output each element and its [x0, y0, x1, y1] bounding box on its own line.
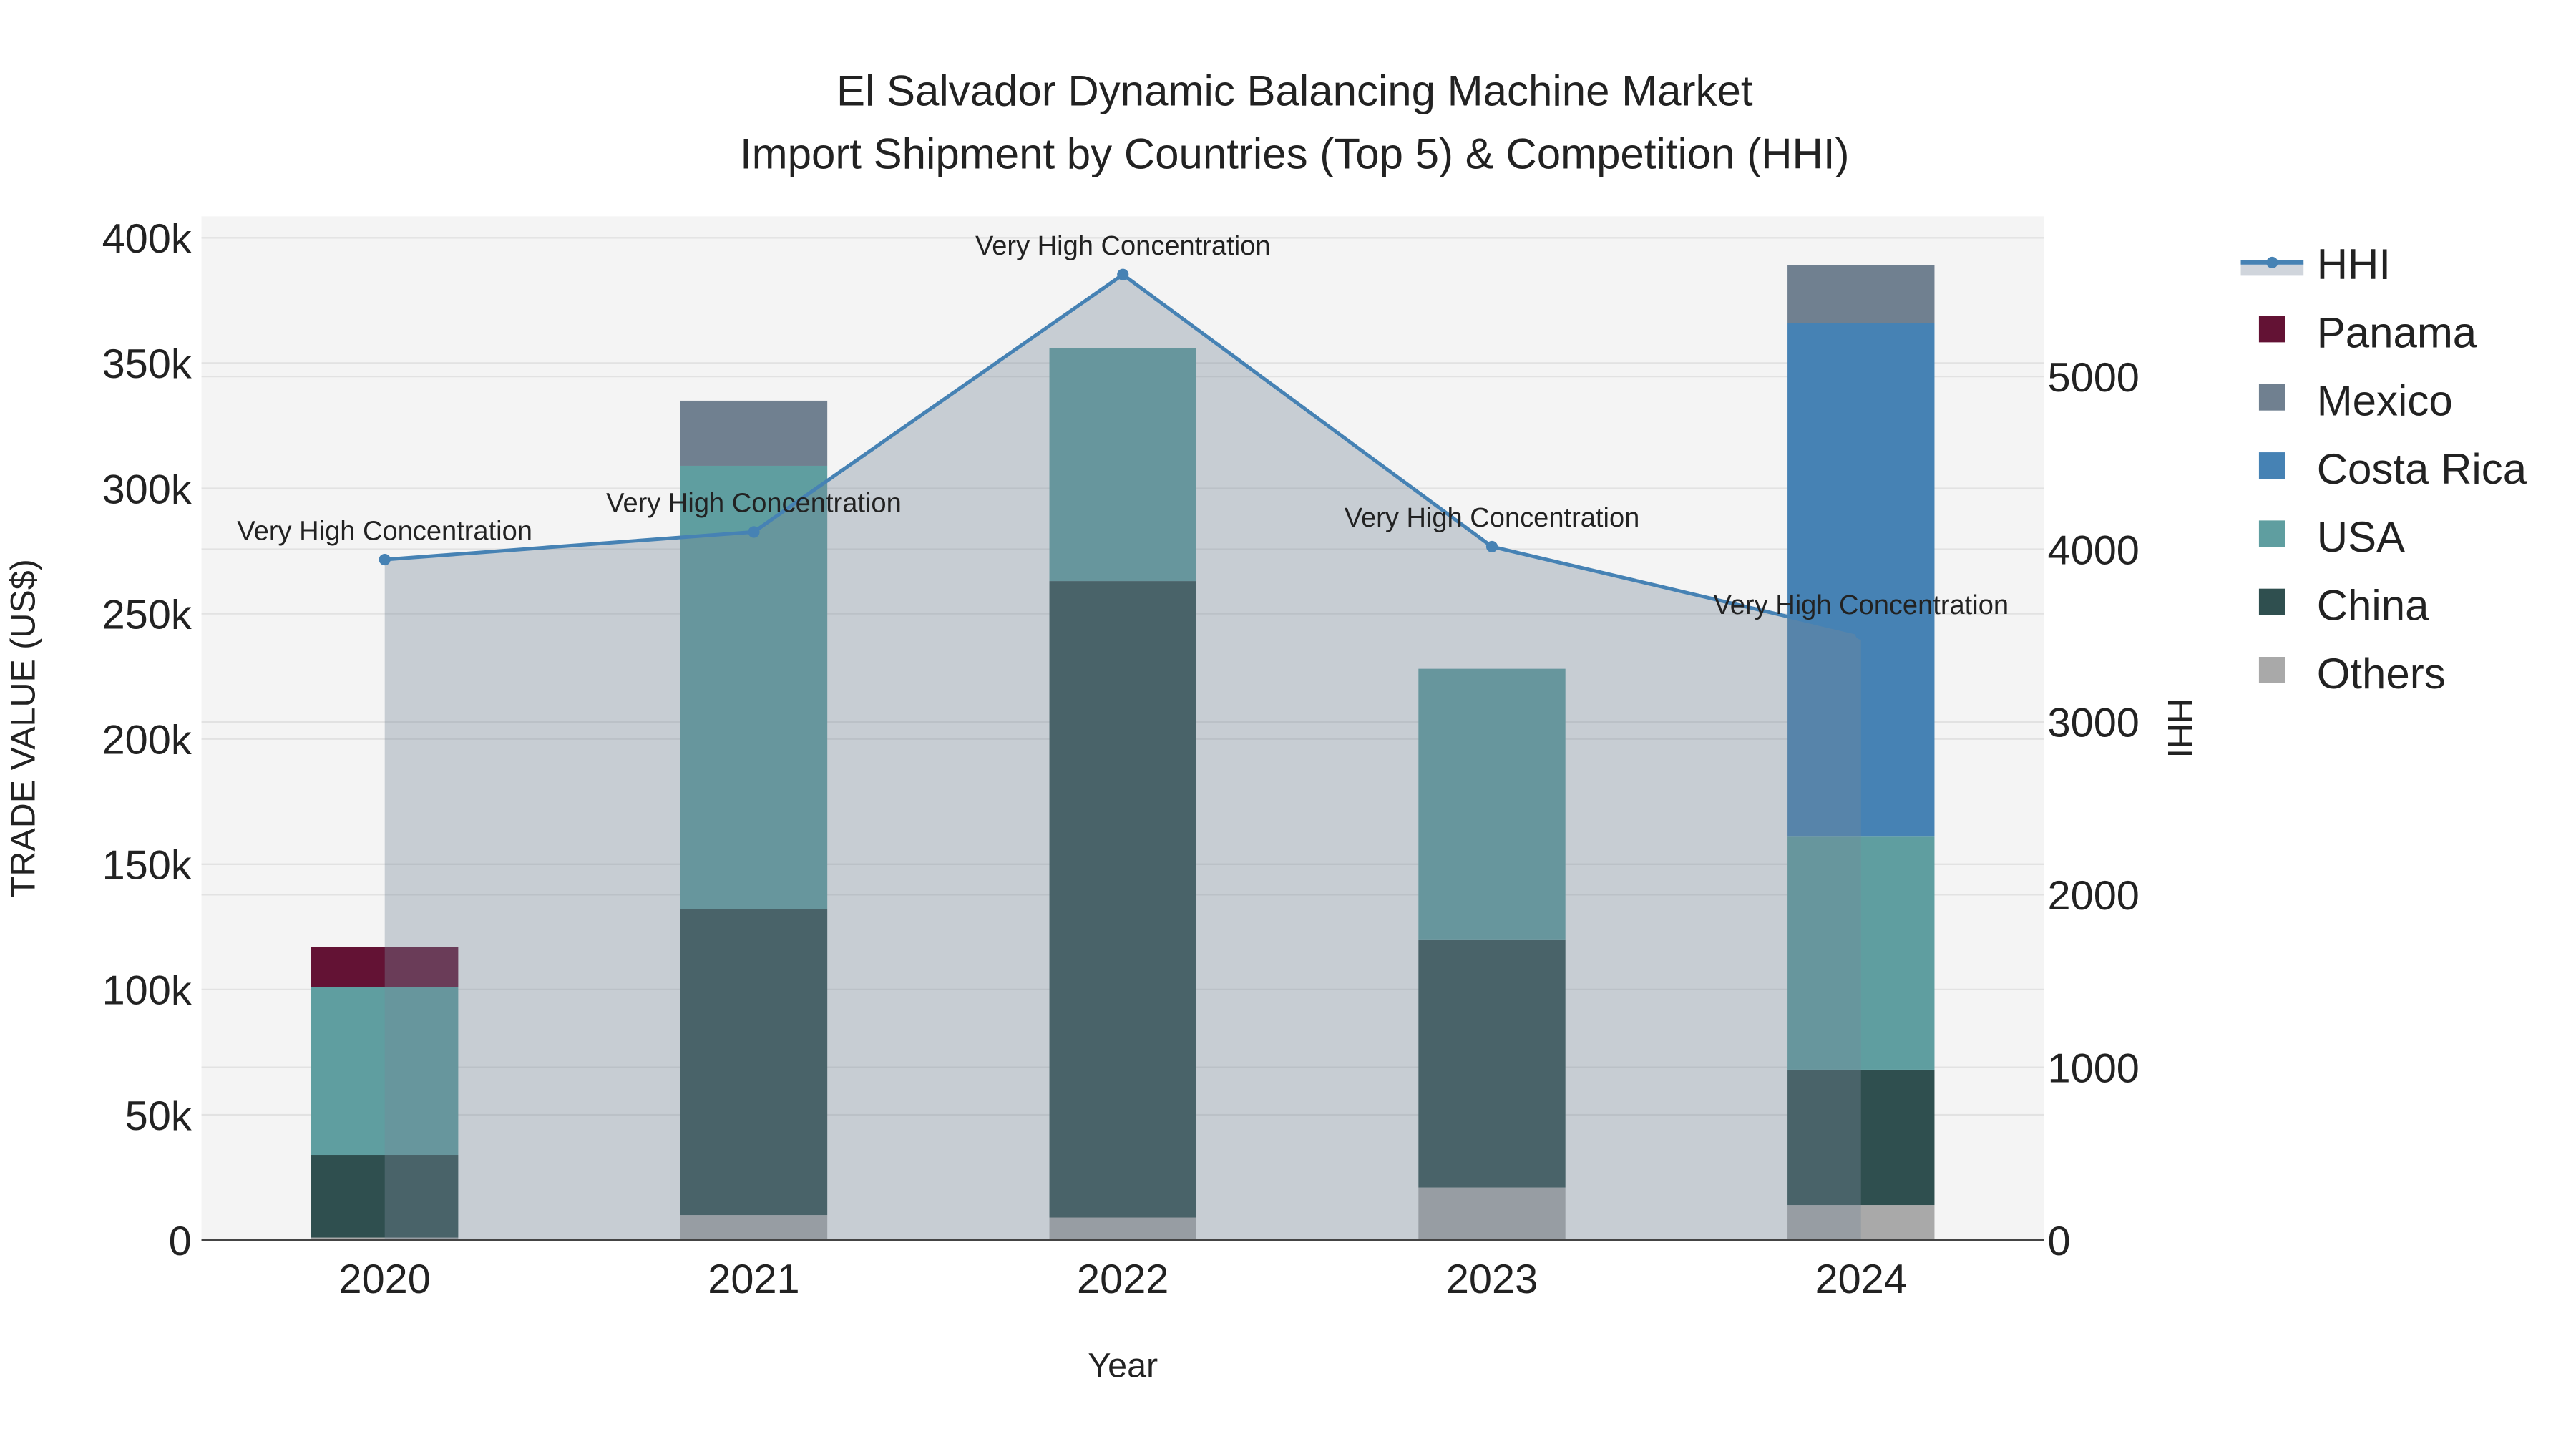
- y-axis-title: TRADE VALUE (US$): [4, 559, 42, 897]
- x-tick-label: 2022: [1077, 1257, 1169, 1302]
- y2-axis-ticks: 0 1000 2000 3000 4000 5000: [2048, 355, 2140, 1264]
- x-axis-title: Year: [1088, 1347, 1158, 1385]
- y-tick-label: 350k: [102, 341, 192, 387]
- y-tick-label: 400k: [102, 216, 192, 262]
- y-tick-label: 200k: [102, 717, 192, 763]
- hhi-annotation: Very High Concentration: [1713, 590, 2009, 620]
- hhi-annotation: Very High Concentration: [1345, 503, 1640, 533]
- hhi-point-2024: [1855, 628, 1867, 640]
- y-tick-label: 300k: [102, 467, 192, 512]
- y-tick-label: 0: [169, 1219, 192, 1264]
- y-tick-label: 250k: [102, 592, 192, 638]
- y-tick-label: 50k: [125, 1093, 192, 1139]
- legend-swatch-china: [2258, 588, 2285, 615]
- hhi-point-2023: [1485, 540, 1498, 552]
- legend-label-mexico: Mexico: [2317, 377, 2453, 425]
- legend-swatch-usa: [2258, 520, 2285, 547]
- legend-label-usa: USA: [2317, 513, 2405, 561]
- hhi-point-2021: [748, 526, 760, 538]
- legend-label-hhi: HHI: [2317, 240, 2391, 288]
- legend-hhi-marker: [2266, 256, 2278, 268]
- y-tick-label: 100k: [102, 968, 192, 1014]
- legend-swatch-others: [2258, 657, 2285, 683]
- legend-label-costa-rica: Costa Rica: [2317, 445, 2527, 493]
- y2-axis-title: HHI: [2160, 698, 2199, 758]
- bar-mexico-2024: [1787, 265, 1935, 323]
- legend-swatch-mexico: [2258, 384, 2285, 411]
- x-tick-label: 2024: [1815, 1257, 1907, 1302]
- legend-swatch-panama: [2258, 316, 2285, 343]
- legend-swatch-costa-rica: [2258, 452, 2285, 479]
- hhi-annotation: Very High Concentration: [975, 231, 1271, 261]
- legend: HHI Panama Mexico Costa Rica USA China Others: [2240, 240, 2527, 698]
- bar-mexico-2021: [680, 400, 828, 466]
- y2-tick-label: 3000: [2048, 701, 2140, 746]
- y2-tick-label: 5000: [2048, 355, 2140, 401]
- hhi-annotation: Very High Concentration: [606, 489, 902, 519]
- chart-title-line2: Import Shipment by Countries (Top 5) & C…: [740, 130, 1850, 177]
- hhi-point-2020: [379, 553, 391, 566]
- y-tick-label: 150k: [102, 843, 192, 889]
- legend-label-others: Others: [2317, 650, 2446, 698]
- y-axis-ticks: 0 50k 100k 150k 200k 250k 300k 350k 400k: [102, 216, 192, 1264]
- y2-tick-label: 0: [2048, 1219, 2071, 1264]
- y2-tick-label: 2000: [2048, 873, 2140, 919]
- legend-label-china: China: [2317, 582, 2429, 630]
- x-tick-label: 2023: [1446, 1257, 1538, 1302]
- chart: Very High Concentration Very High Concent…: [4, 67, 2527, 1385]
- hhi-point-2022: [1117, 268, 1129, 280]
- legend-label-panama: Panama: [2317, 308, 2477, 356]
- chart-title-line1: El Salvador Dynamic Balancing Machine Ma…: [836, 67, 1753, 115]
- x-axis-ticks: 2020 2021 2022 2023 2024: [339, 1257, 1907, 1302]
- hhi-annotation: Very High Concentration: [237, 516, 532, 546]
- y2-tick-label: 1000: [2048, 1045, 2140, 1091]
- y2-tick-label: 4000: [2048, 527, 2140, 573]
- x-tick-label: 2021: [708, 1257, 799, 1302]
- x-tick-label: 2020: [339, 1257, 431, 1302]
